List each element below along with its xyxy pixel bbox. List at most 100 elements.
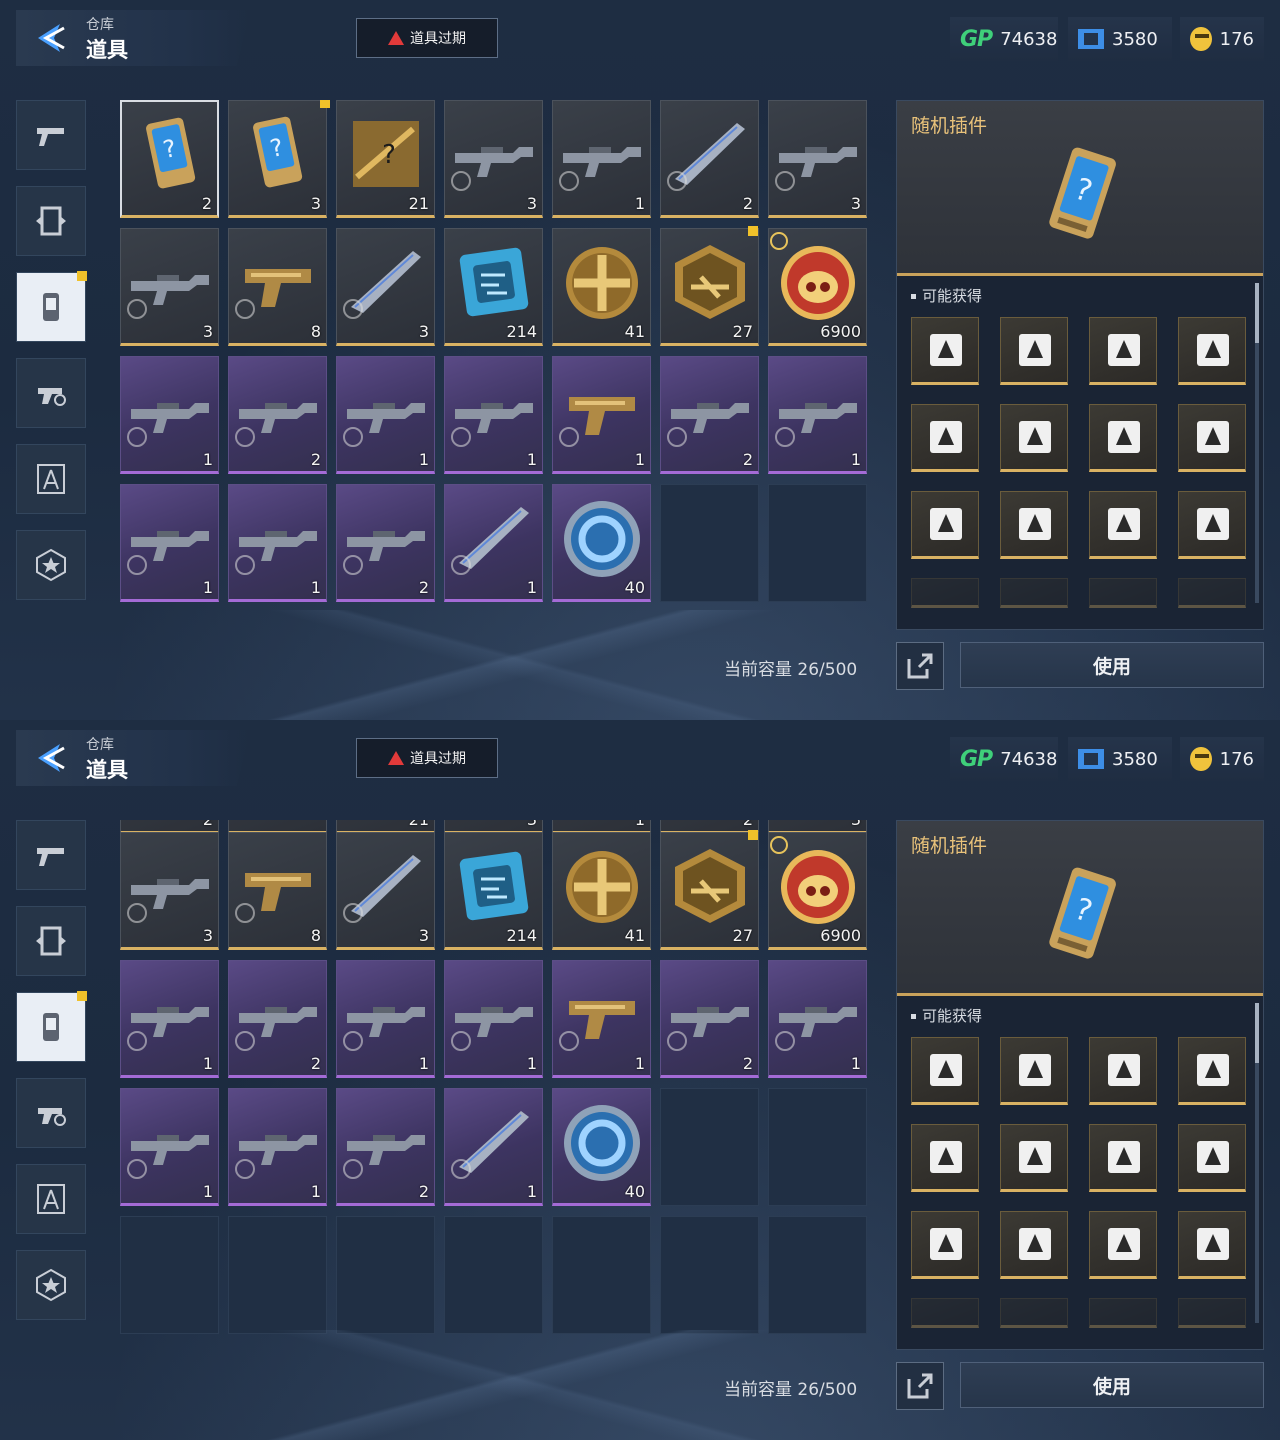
plugin-x-badge[interactable] <box>911 491 979 559</box>
rewards-scrollbar[interactable] <box>1255 283 1259 603</box>
capacity-value: 26/500 <box>797 1380 858 1400</box>
plugin-drill[interactable] <box>911 317 979 385</box>
plugin-drill[interactable] <box>911 1037 979 1105</box>
inventory-slot-rifle[interactable]: 3 <box>120 228 219 346</box>
inventory-slot-rifle[interactable]: 3 <box>444 100 543 218</box>
plugin-gun-boost[interactable] <box>1178 404 1246 472</box>
plugin-target-up[interactable] <box>1089 1211 1157 1279</box>
plugin-scope[interactable] <box>1000 404 1068 472</box>
nav-item-card[interactable] <box>16 991 87 1062</box>
inventory-slot-card[interactable]: ? 2 <box>120 100 219 218</box>
nav-blueprint[interactable] <box>16 444 86 514</box>
plugin-rockets[interactable] <box>1089 404 1157 472</box>
inventory-slot-rifle[interactable]: 1 <box>336 356 435 474</box>
expired-items-button[interactable]: 道具过期 <box>356 738 498 778</box>
plugin-no-gear[interactable] <box>1000 317 1068 385</box>
plugin-gun-boost[interactable] <box>1178 1124 1246 1192</box>
inventory-slot-rifle[interactable]: 1 <box>336 960 435 1078</box>
inventory-slot-pistol[interactable]: 8 <box>228 228 327 346</box>
plugin-arrow-left[interactable] <box>1178 491 1246 559</box>
nav-star-badge[interactable] <box>16 530 86 600</box>
inventory-slot-rifle[interactable]: 1 <box>444 960 543 1078</box>
inventory-slot-blade[interactable]: 2 <box>660 100 759 218</box>
back-arrow-icon[interactable] <box>30 18 70 58</box>
item-count: 2 <box>310 450 321 469</box>
nav-blueprint[interactable] <box>16 1164 86 1234</box>
nav-gun[interactable] <box>16 100 86 170</box>
empty-slot <box>660 1216 759 1334</box>
clock-icon <box>235 1031 255 1051</box>
plugin-target-head[interactable] <box>1178 317 1246 385</box>
plugin-scope[interactable] <box>1000 1124 1068 1192</box>
inventory-slot-rifle[interactable]: 2 <box>660 356 759 474</box>
inventory-slot-chip[interactable]: 214 <box>444 228 543 346</box>
back-arrow-icon[interactable] <box>30 738 70 778</box>
inventory-slot-rifle[interactable]: 2 <box>336 1088 435 1206</box>
inventory-slot-rifle[interactable]: 2 <box>228 356 327 474</box>
plugin-bullet-swap[interactable] <box>911 1124 979 1192</box>
inventory-slot-rifle[interactable]: 3 <box>120 832 219 950</box>
inventory-slot-rifle[interactable]: 3 <box>768 100 867 218</box>
scrollbar-thumb[interactable] <box>1255 1003 1259 1063</box>
plugin-x-badge[interactable] <box>911 1211 979 1279</box>
plugin-hand[interactable] <box>1089 1037 1157 1105</box>
inventory-slot-pistol[interactable]: 1 <box>552 356 651 474</box>
plugin-partial <box>911 578 979 608</box>
plugin-no-gear[interactable] <box>1000 1037 1068 1105</box>
inventory-slot-blade[interactable]: 1 <box>444 484 543 602</box>
inventory-slot-card[interactable]: ? 3 <box>228 100 327 218</box>
inventory-slot-blueprint[interactable]: ? 21 <box>336 100 435 218</box>
inventory-slot-pistol[interactable]: 1 <box>552 960 651 1078</box>
inventory-slot-pistol[interactable]: 8 <box>228 832 327 950</box>
inventory-slot-hex-badge[interactable]: 27 <box>660 228 759 346</box>
inventory-slot-cross-coin[interactable]: 41 <box>552 832 651 950</box>
share-icon <box>907 653 933 679</box>
plugin-target-up[interactable] <box>1089 491 1157 559</box>
inventory-slot-rifle[interactable]: 1 <box>768 960 867 1078</box>
inventory-slot-chip[interactable]: 214 <box>444 832 543 950</box>
inventory-slot-rifle[interactable]: 2 <box>336 484 435 602</box>
svg-text:?: ? <box>382 140 396 170</box>
inventory-slot-rifle[interactable]: 1 <box>120 356 219 474</box>
use-button[interactable]: 使用 <box>960 642 1264 688</box>
nav-weapon-mod[interactable] <box>16 1078 86 1148</box>
inventory-slot-cross-coin[interactable]: 41 <box>552 228 651 346</box>
inventory-slot-blade[interactable]: 3 <box>336 228 435 346</box>
inventory-slot-rifle[interactable]: 2 <box>228 960 327 1078</box>
inventory-slot-blade[interactable]: 3 <box>336 832 435 950</box>
nav-gun[interactable] <box>16 820 86 890</box>
plugin-hand[interactable] <box>1089 317 1157 385</box>
inventory-slot-rifle[interactable]: 1 <box>228 484 327 602</box>
plugin-target-head[interactable] <box>1178 1037 1246 1105</box>
use-button[interactable]: 使用 <box>960 1362 1264 1408</box>
share-button[interactable] <box>896 642 944 690</box>
inventory-slot-rifle[interactable]: 1 <box>552 100 651 218</box>
rewards-scrollbar[interactable] <box>1255 1003 1259 1323</box>
inventory-slot-rifle[interactable]: 1 <box>228 1088 327 1206</box>
inventory-slot-rifle[interactable]: 1 <box>120 1088 219 1206</box>
inventory-slot-rifle[interactable]: 1 <box>120 960 219 1078</box>
plugin-mag[interactable] <box>1000 491 1068 559</box>
inventory-slot-ring[interactable]: 40 <box>552 484 651 602</box>
inventory-slot-hex-badge[interactable]: 27 <box>660 832 759 950</box>
inventory-slot-rifle[interactable]: 1 <box>444 356 543 474</box>
inventory-slot-blade[interactable]: 1 <box>444 1088 543 1206</box>
inventory-slot-rifle[interactable]: 1 <box>120 484 219 602</box>
scrollbar-thumb[interactable] <box>1255 283 1259 343</box>
nav-item-card[interactable] <box>16 271 87 342</box>
plugin-arrow-left[interactable] <box>1178 1211 1246 1279</box>
bullet-swap-icon <box>930 1141 962 1173</box>
share-button[interactable] <box>896 1362 944 1410</box>
inventory-slot-ring[interactable]: 40 <box>552 1088 651 1206</box>
nav-star-badge[interactable] <box>16 1250 86 1320</box>
plugin-mag[interactable] <box>1000 1211 1068 1279</box>
expired-items-button[interactable]: 道具过期 <box>356 18 498 58</box>
plugin-rockets[interactable] <box>1089 1124 1157 1192</box>
nav-weapon-mod[interactable] <box>16 358 86 428</box>
inventory-slot-rifle[interactable]: 2 <box>660 960 759 1078</box>
plugin-bullet-swap[interactable] <box>911 404 979 472</box>
nav-frame[interactable] <box>16 186 86 256</box>
inventory-slot-rifle[interactable]: 1 <box>768 356 867 474</box>
coupon-currency: 3580 <box>1068 737 1172 781</box>
nav-frame[interactable] <box>16 906 86 976</box>
